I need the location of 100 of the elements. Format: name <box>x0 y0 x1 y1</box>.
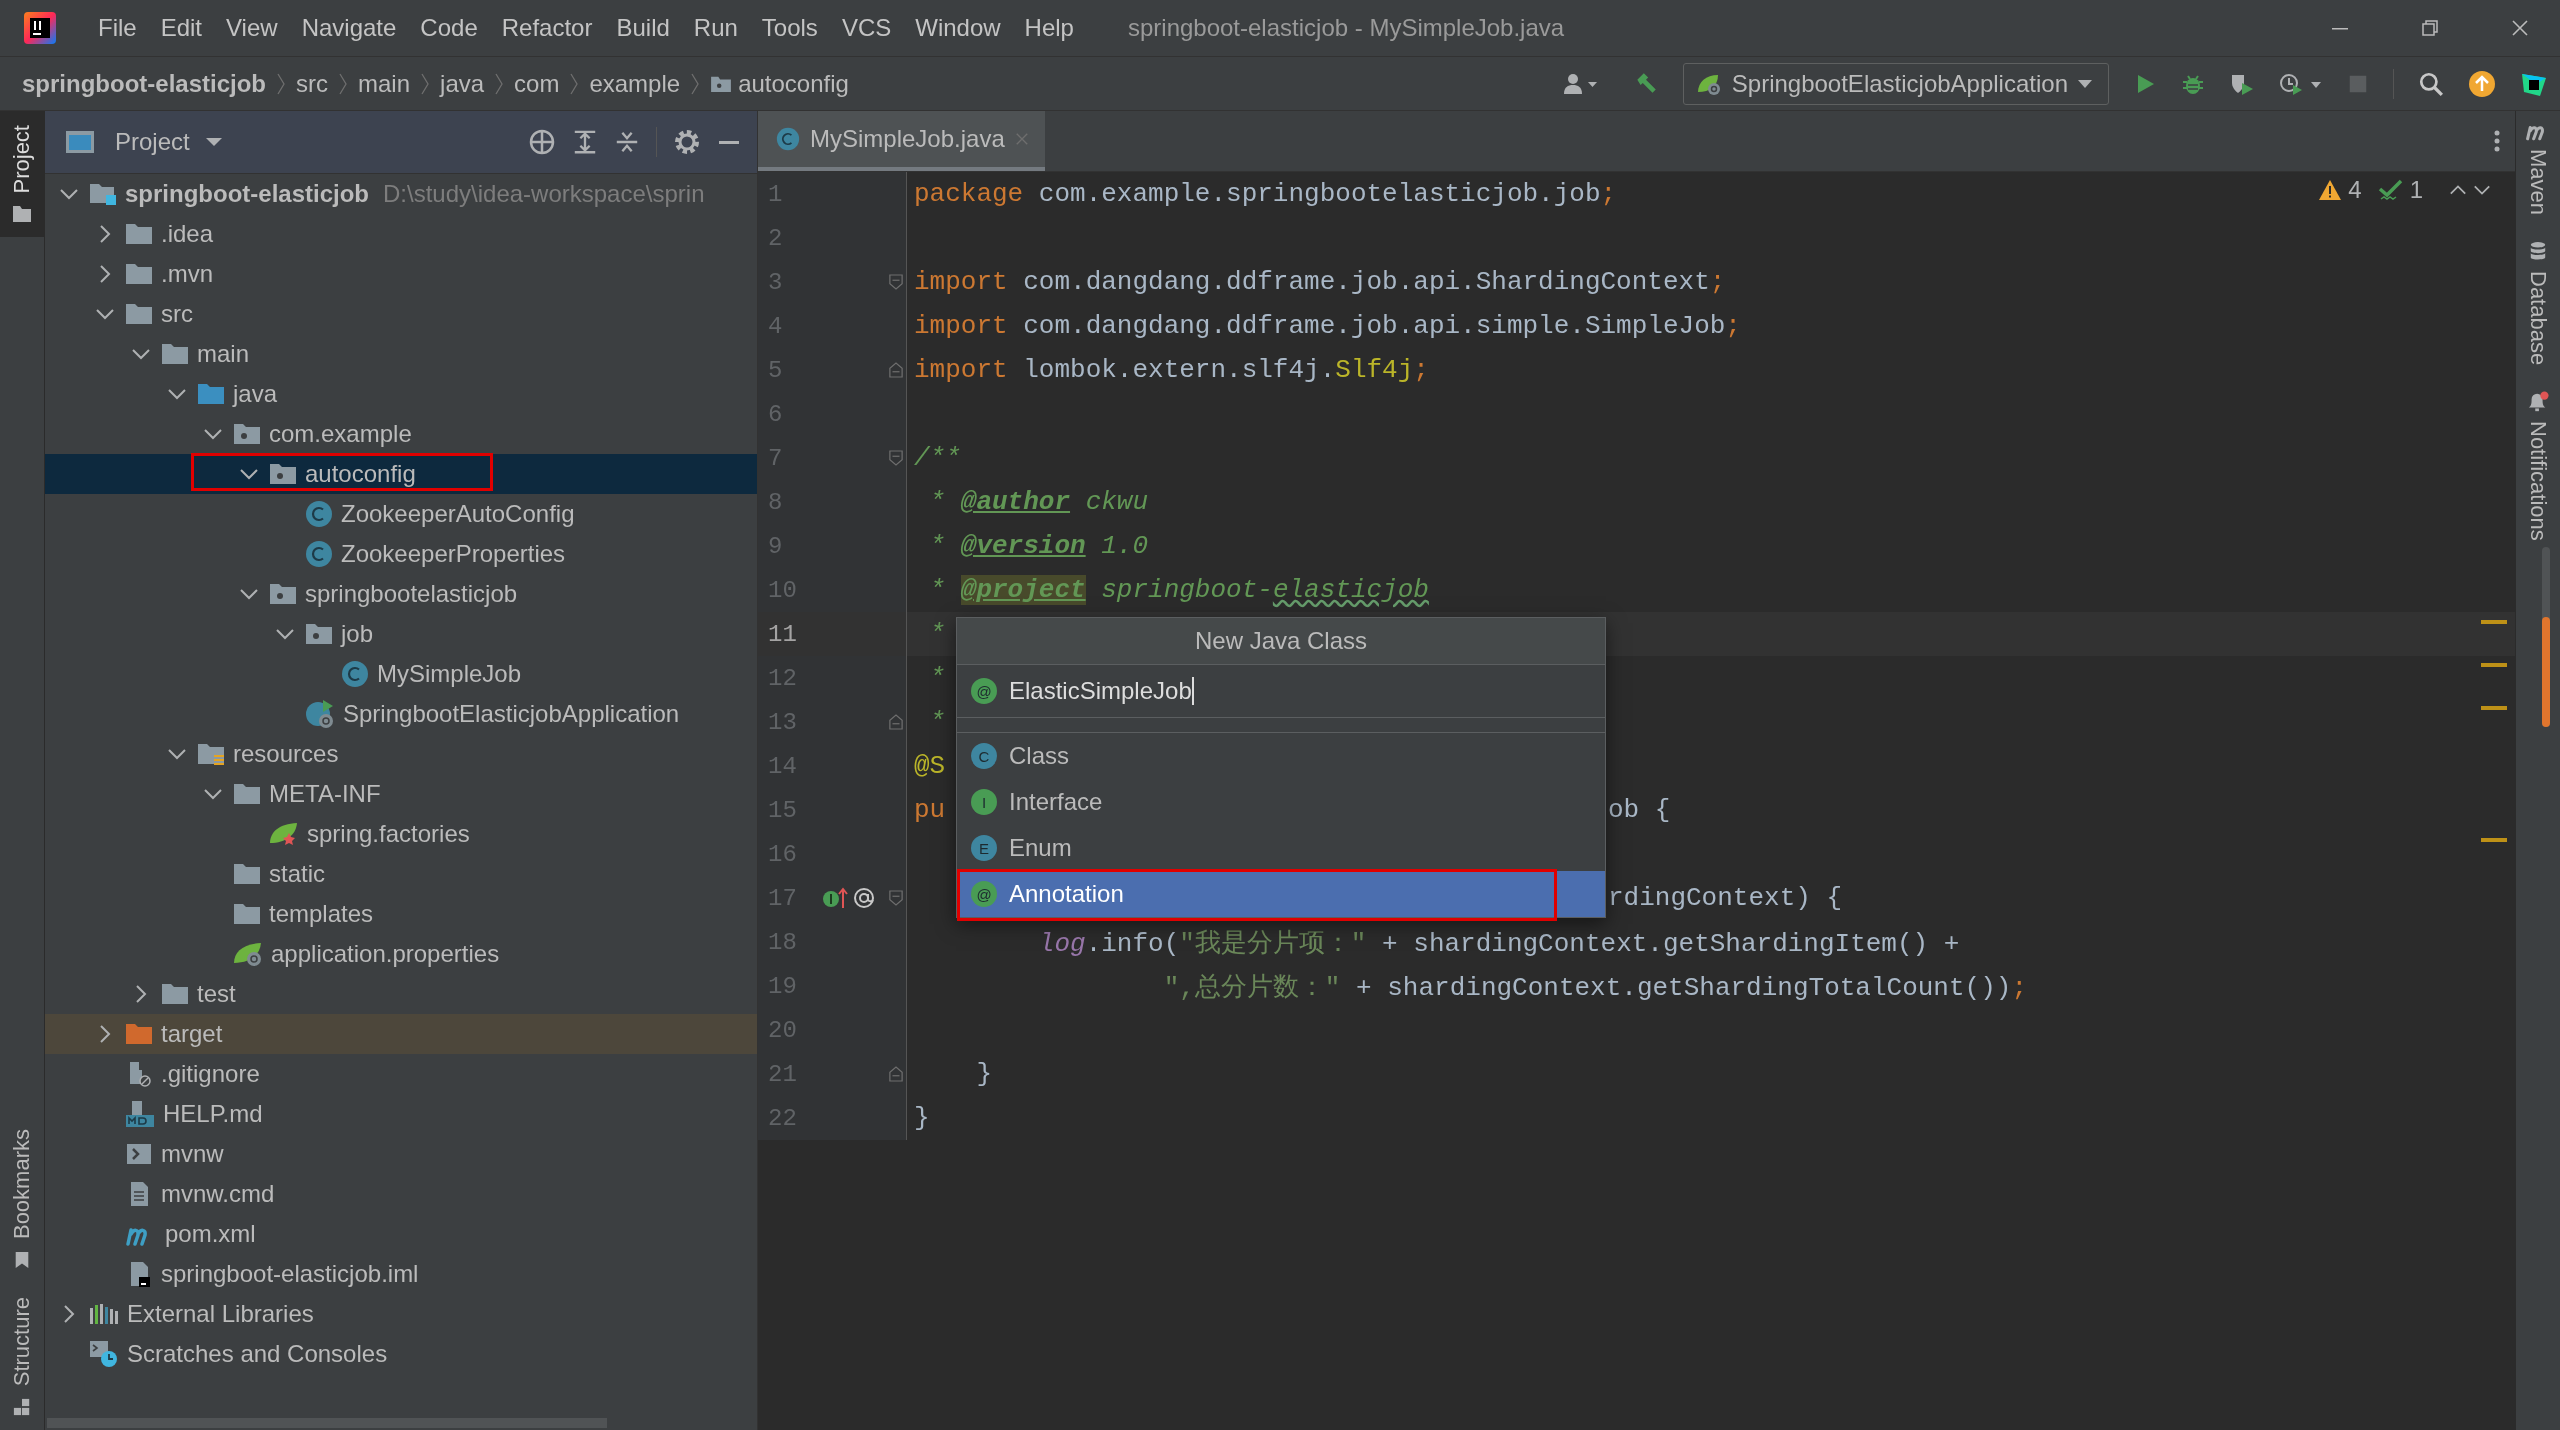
tree-item[interactable]: springbootelasticjob <box>45 574 757 614</box>
breadcrumb[interactable]: com <box>514 69 560 98</box>
tree-item[interactable]: pom.xml <box>45 1214 757 1254</box>
tree-item[interactable]: SpringbootElasticjobApplication <box>45 694 757 734</box>
breadcrumb[interactable]: example <box>589 69 681 98</box>
fold-marker-icon[interactable] <box>889 714 903 730</box>
chevron-right-icon[interactable] <box>99 224 111 244</box>
tree-item[interactable]: External Libraries <box>45 1294 757 1334</box>
annotation-icon[interactable] <box>852 886 876 910</box>
restore-icon[interactable] <box>2420 18 2440 38</box>
breadcrumb[interactable]: src <box>296 69 328 98</box>
implements-icon[interactable] <box>822 886 848 910</box>
tree-item[interactable]: META-INF <box>45 774 757 814</box>
menu-item[interactable]: View <box>214 10 290 46</box>
chevron-down-icon[interactable] <box>167 748 187 760</box>
chevron-right-icon[interactable] <box>135 984 147 1004</box>
more-icon[interactable] <box>2493 129 2501 153</box>
menu-item[interactable]: Run <box>681 10 750 46</box>
fold-marker-icon[interactable] <box>889 274 903 290</box>
tree-item[interactable]: com.example <box>45 414 757 454</box>
fold-marker-icon[interactable] <box>889 1066 903 1082</box>
menu-item[interactable]: Build <box>604 10 682 46</box>
class-kind-option[interactable]: I Interface <box>957 779 1605 825</box>
chevron-right-icon[interactable] <box>99 1024 111 1044</box>
check-count[interactable]: 1 <box>2409 176 2423 204</box>
check-icon[interactable] <box>2377 178 2404 202</box>
chevron-down-icon[interactable] <box>275 628 295 640</box>
chevron-down-icon[interactable] <box>95 308 115 320</box>
menu-item[interactable]: Window <box>903 10 1013 46</box>
tool-window-tab[interactable]: Notifications <box>2525 391 2551 542</box>
tree-item[interactable]: job <box>45 614 757 654</box>
menu-item[interactable]: Code <box>408 10 490 46</box>
fold-marker-icon[interactable] <box>889 362 903 378</box>
tree-item[interactable]: resources <box>45 734 757 774</box>
chevron-up-icon[interactable] <box>2449 184 2467 196</box>
settings-icon[interactable] <box>673 128 701 156</box>
tree-item[interactable]: ZookeeperProperties <box>45 534 757 574</box>
chevron-down-icon[interactable] <box>239 468 259 480</box>
tree-item[interactable]: mvnw <box>45 1134 757 1174</box>
breadcrumb[interactable]: springboot-elasticjob <box>22 69 266 98</box>
editor-tab[interactable]: MySimpleJob.java <box>758 111 1045 171</box>
tree-item[interactable]: .mvn <box>45 254 757 294</box>
close-icon[interactable] <box>2510 18 2530 38</box>
tree-item[interactable]: autoconfig <box>45 454 757 494</box>
chevron-down-icon[interactable] <box>167 388 187 400</box>
menu-item[interactable]: Refactor <box>489 10 605 46</box>
tool-window-tab[interactable]: Database <box>2525 241 2551 366</box>
fold-marker-icon[interactable] <box>889 450 903 466</box>
chevron-down-icon[interactable] <box>203 428 223 440</box>
class-name-field[interactable]: @ ElasticSimpleJob <box>957 665 1605 718</box>
tree-item[interactable]: java <box>45 374 757 414</box>
panel-title[interactable]: Project <box>115 128 190 156</box>
tree-item[interactable]: main <box>45 334 757 374</box>
expand-all-icon[interactable] <box>572 129 598 155</box>
collapse-all-icon[interactable] <box>614 129 640 155</box>
tree-item[interactable]: springboot-elasticjob D:\study\idea-workspace\sprin <box>45 174 757 214</box>
tree-item[interactable]: .gitignore <box>45 1054 757 1094</box>
locate-icon[interactable] <box>528 128 556 156</box>
class-kind-option[interactable]: C Class <box>957 733 1605 779</box>
menu-item[interactable]: Navigate <box>289 10 409 46</box>
chevron-down-icon[interactable] <box>239 588 259 600</box>
class-kind-option[interactable]: @ Annotation <box>957 871 1605 917</box>
tree-item[interactable]: spring.factories <box>45 814 757 854</box>
chevron-right-icon[interactable] <box>63 1304 75 1324</box>
tree-item[interactable]: src <box>45 294 757 334</box>
chevron-down-icon[interactable] <box>131 348 151 360</box>
chevron-down-icon[interactable] <box>59 188 79 200</box>
tree-item[interactable]: static <box>45 854 757 894</box>
menu-item[interactable]: Help <box>1012 10 1086 46</box>
tree-item[interactable]: mvnw.cmd <box>45 1174 757 1214</box>
tool-window-tab[interactable]: Maven <box>2525 121 2551 216</box>
tree-item[interactable]: target <box>45 1014 757 1054</box>
update-icon[interactable] <box>2468 69 2496 98</box>
chevron-down-icon[interactable] <box>203 788 223 800</box>
chevron-down-icon[interactable] <box>2473 184 2491 196</box>
breadcrumb[interactable]: autoconfig <box>738 69 849 98</box>
run-configuration-dropdown[interactable]: SpringbootElasticjobApplication <box>1682 62 2109 105</box>
breadcrumb[interactable]: java <box>440 69 485 98</box>
profiler-icon[interactable] <box>2279 71 2323 96</box>
fold-marker-icon[interactable] <box>889 890 903 906</box>
menu-item[interactable]: File <box>86 10 149 46</box>
tool-window-tab[interactable]: Project <box>0 111 44 238</box>
menu-item[interactable]: VCS <box>829 10 904 46</box>
class-kind-option[interactable]: E Enum <box>957 825 1605 871</box>
tree-item[interactable]: springboot-elasticjob.iml <box>45 1254 757 1294</box>
tool-window-tab[interactable]: Structure <box>0 1282 44 1430</box>
tool-window-tab[interactable]: Bookmarks <box>0 1114 44 1283</box>
tree-item[interactable]: test <box>45 974 757 1014</box>
warning-count[interactable]: 4 <box>2348 176 2362 204</box>
breadcrumb[interactable]: main <box>358 69 411 98</box>
menu-item[interactable]: Edit <box>148 10 215 46</box>
search-icon[interactable] <box>2418 70 2444 97</box>
tree-item[interactable]: .idea <box>45 214 757 254</box>
caret-icon[interactable] <box>205 137 222 147</box>
tree-item[interactable]: ZookeeperAutoConfig <box>45 494 757 534</box>
tree-item[interactable]: application.properties <box>45 934 757 974</box>
tree-item[interactable]: templates <box>45 894 757 934</box>
user-icon[interactable] <box>1562 71 1599 96</box>
tree-item[interactable]: Scratches and Consoles <box>45 1334 757 1374</box>
menu-item[interactable]: Tools <box>749 10 830 46</box>
